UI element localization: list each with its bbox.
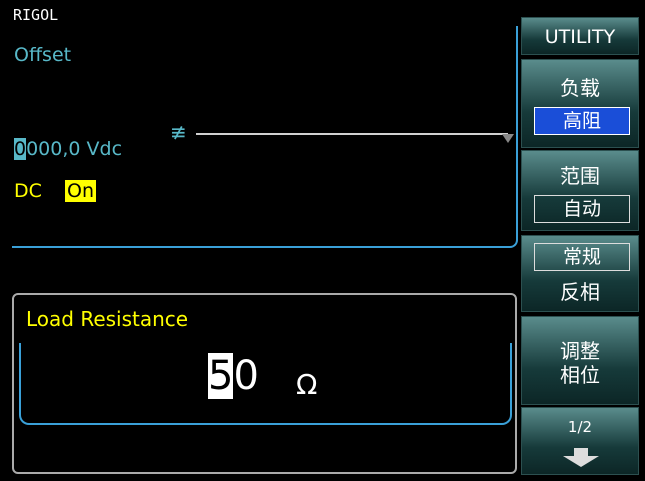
dc-label: DC xyxy=(14,180,42,202)
load-value-rest: 0 xyxy=(233,353,259,399)
softkey-adjust-phase[interactable]: 调整 相位 xyxy=(521,316,639,405)
parameter-title: Offset xyxy=(14,44,72,66)
softkey-next-page[interactable]: 1/2 xyxy=(521,407,639,475)
polarity-option-normal: 常规 xyxy=(534,243,630,271)
waveform-panel xyxy=(12,26,518,248)
edit-cursor-digit: 0 xyxy=(14,138,27,160)
edit-cursor-digit: 5 xyxy=(208,353,234,399)
dialog-title: Load Resistance xyxy=(26,307,189,331)
dc-state-badge: On xyxy=(65,180,96,202)
brand-logo: RIGOL xyxy=(13,6,59,24)
softkey-range[interactable]: 范围 自动 xyxy=(521,150,639,231)
page-indicator: 1/2 xyxy=(567,418,593,436)
load-resistance-value[interactable]: 50 xyxy=(208,353,259,399)
softkey-load[interactable]: 负载 高阻 xyxy=(521,59,639,148)
dc-level-line xyxy=(196,133,508,135)
adjust-label-line2: 相位 xyxy=(560,363,600,387)
utility-menu-header: UTILITY xyxy=(521,17,639,55)
dc-level-icon: ≢ xyxy=(170,120,187,144)
utility-label: UTILITY xyxy=(544,26,616,48)
range-option-auto: 自动 xyxy=(534,195,630,223)
value-frame xyxy=(19,343,512,425)
ohm-unit: Ω xyxy=(296,368,318,401)
arrow-down-icon xyxy=(563,448,599,467)
polarity-label-invert: 反相 xyxy=(560,280,600,304)
load-option-high-z: 高阻 xyxy=(534,107,630,135)
offset-value: 0000,0 Vdc xyxy=(14,138,122,160)
level-arrow-icon xyxy=(502,134,514,143)
softkey-polarity[interactable]: 常规 反相 xyxy=(521,235,639,312)
load-label: 负载 xyxy=(560,76,600,100)
offset-value-rest: 000,0 Vdc xyxy=(26,138,123,160)
range-label: 范围 xyxy=(560,164,600,188)
